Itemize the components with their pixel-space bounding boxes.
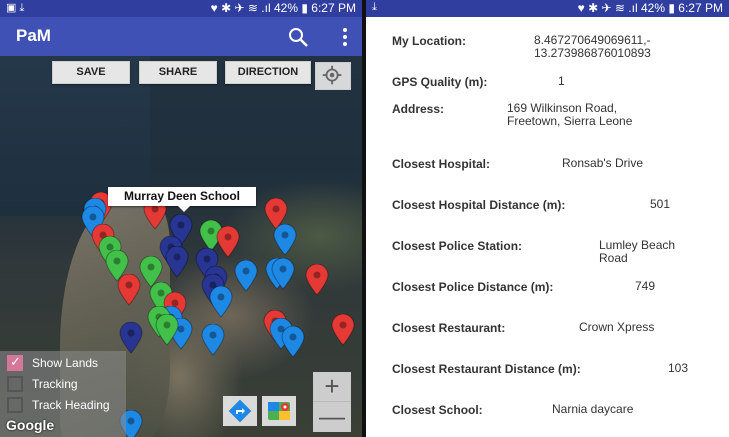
directions-shortcut-button[interactable] <box>223 396 257 426</box>
police-distance-label: Closest Police Distance (m): <box>392 280 554 294</box>
status-icons: ♥ ✱ ✈ ≋ .ıl <box>577 1 638 15</box>
checkbox-box <box>7 397 23 413</box>
notification-icons: ▣ ⤓ <box>6 2 25 14</box>
my-location-button[interactable] <box>315 62 351 90</box>
address-label: Address: <box>392 102 445 116</box>
status-icons: ♥ ✱ ✈ ≋ .ıl <box>210 1 271 15</box>
map-marker-pin-icon[interactable] <box>164 246 190 278</box>
clock: 6:27 PM <box>678 1 723 15</box>
crosshair-icon <box>322 65 342 85</box>
battery-level: 42% <box>640 1 665 15</box>
status-bar: ⤓ ♥ ✱ ✈ ≋ .ıl 42% ▮ 6:27 PM <box>366 0 729 17</box>
closest-police-row: Closest Police Station: Lumley Beach Roa… <box>392 239 719 267</box>
address-row: Address: 169 Wilkinson Road, Freetown, S… <box>392 102 719 130</box>
checkbox-label: Show Lands <box>32 356 99 370</box>
track-heading-checkbox[interactable]: Track Heading <box>7 396 110 414</box>
app-title: PaM <box>16 26 51 45</box>
status-right: ♥ ✱ ✈ ≋ .ıl 42% ▮ 6:27 PM <box>578 1 723 15</box>
overflow-menu-icon[interactable] <box>342 27 348 47</box>
map-marker-pin-icon[interactable] <box>208 286 234 318</box>
clock: 6:27 PM <box>311 1 356 15</box>
map-marker-pin-icon[interactable] <box>118 322 144 354</box>
save-button[interactable]: SAVE <box>52 61 130 84</box>
checkbox-label: Track Heading <box>32 398 110 412</box>
hospital-distance-label: Closest Hospital Distance (m): <box>392 198 566 212</box>
closest-school-label: Closest School: <box>392 403 483 417</box>
map-marker-pin-icon[interactable] <box>304 264 330 296</box>
my-location-value: 8.467270649069611,- 13.273986876010893 <box>534 33 651 60</box>
map-view[interactable]: Murray Deen School SAVE SHARE DIRECTION … <box>0 56 362 437</box>
show-lands-checkbox[interactable]: Show Lands <box>7 354 98 372</box>
closest-hospital-label: Closest Hospital: <box>392 157 491 171</box>
direction-button[interactable]: DIRECTION <box>225 61 311 84</box>
map-marker-pin-icon[interactable] <box>154 314 180 346</box>
my-location-row: My Location: 8.467270649069611,- 13.2739… <box>392 34 719 62</box>
address-value: 169 Wilkinson Road, Freetown, Sierra Leo… <box>507 101 633 128</box>
my-location-label: My Location: <box>392 34 466 48</box>
directions-icon <box>228 399 252 423</box>
closest-police-value: Lumley Beach Road <box>599 238 676 265</box>
open-maps-button[interactable] <box>262 396 296 426</box>
map-marker-pin-icon[interactable] <box>272 224 298 256</box>
checkbox-box <box>7 354 23 371</box>
search-icon[interactable] <box>286 25 310 49</box>
map-marker-pin-icon[interactable] <box>116 274 142 306</box>
closest-police-label: Closest Police Station: <box>392 239 523 253</box>
map-marker-pin-icon[interactable] <box>280 326 306 358</box>
info-screen: ⤓ ♥ ✱ ✈ ≋ .ıl 42% ▮ 6:27 PM My Location:… <box>366 0 729 437</box>
app-bar: PaM <box>0 17 362 56</box>
gps-quality-label: GPS Quality (m): <box>392 75 488 89</box>
marker-info-window[interactable]: Murray Deen School <box>108 187 256 212</box>
hospital-distance-value: 501 <box>650 197 671 211</box>
map-marker-pin-icon[interactable] <box>200 324 226 356</box>
restaurant-distance-label: Closest Restaurant Distance (m): <box>392 362 581 376</box>
zoom-out-button[interactable]: — <box>313 402 351 432</box>
checkbox-label: Tracking <box>32 377 78 391</box>
closest-restaurant-label: Closest Restaurant: <box>392 321 506 335</box>
google-maps-icon <box>268 402 290 420</box>
map-screen: ▣ ⤓ ♥ ✱ ✈ ≋ .ıl 42% ▮ 6:27 PM PaM Murray… <box>0 0 362 437</box>
google-attribution: Google <box>6 417 55 433</box>
battery-icon: ▮ <box>301 1 308 15</box>
closest-school-value: Narnia daycare <box>552 402 634 416</box>
status-right: ♥ ✱ ✈ ≋ .ıl 42% ▮ 6:27 PM <box>211 1 356 15</box>
map-marker-pin-icon[interactable] <box>270 258 296 290</box>
status-bar: ▣ ⤓ ♥ ✱ ✈ ≋ .ıl 42% ▮ 6:27 PM <box>0 0 362 17</box>
map-marker-pin-icon[interactable] <box>233 260 259 292</box>
closest-restaurant-value: Crown Xpress <box>579 320 655 334</box>
police-distance-value: 749 <box>635 279 656 293</box>
notification-icons: ⤓ <box>372 1 377 13</box>
battery-level: 42% <box>273 1 298 15</box>
gps-quality-value: 1 <box>558 74 565 88</box>
zoom-in-button[interactable]: + <box>313 372 351 402</box>
checkbox-box <box>7 376 23 392</box>
restaurant-distance-value: 103 <box>668 361 689 375</box>
closest-hospital-value: Ronsab's Drive <box>562 156 643 170</box>
tracking-checkbox[interactable]: Tracking <box>7 375 78 393</box>
share-button[interactable]: SHARE <box>139 61 217 84</box>
map-marker-pin-icon[interactable] <box>330 314 356 346</box>
battery-icon: ▮ <box>668 1 675 15</box>
